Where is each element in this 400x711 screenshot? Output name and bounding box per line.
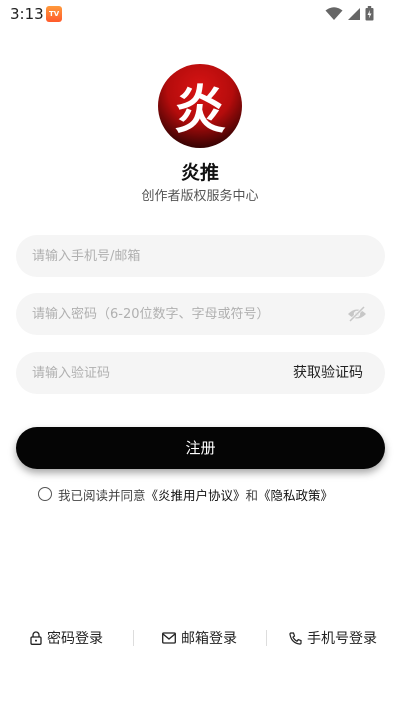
login-options: 密码登录 邮箱登录 手机号登录	[0, 626, 400, 650]
email-login-button[interactable]: 邮箱登录	[162, 626, 237, 650]
verification-code-input[interactable]	[32, 352, 252, 394]
status-bar: 3:13 TV	[0, 0, 400, 28]
phone-login-button[interactable]: 手机号登录	[289, 626, 377, 650]
eye-off-icon[interactable]	[347, 304, 367, 324]
app-subtitle: 创作者版权服务中心	[141, 189, 259, 204]
phone-icon	[289, 631, 302, 645]
get-code-button[interactable]: 获取验证码	[293, 352, 363, 394]
terms-link[interactable]: 《炎推用户协议》	[146, 485, 246, 504]
tv-app-icon-text: TV	[49, 10, 60, 18]
cell-signal-icon	[348, 7, 360, 20]
agreement-conjunction: 和	[245, 487, 259, 503]
register-button[interactable]: 注册	[16, 427, 385, 469]
password-login-button[interactable]: 密码登录	[30, 626, 103, 650]
password-input[interactable]	[32, 293, 332, 335]
privacy-link[interactable]: 《隐私政策》	[258, 485, 333, 504]
status-icons	[325, 6, 374, 21]
phone-email-field[interactable]	[16, 235, 385, 277]
password-login-label: 密码登录	[47, 631, 103, 647]
agreement-checkbox[interactable]	[38, 487, 52, 501]
password-field[interactable]	[16, 293, 385, 335]
divider	[266, 630, 267, 646]
phone-login-label: 手机号登录	[307, 631, 377, 647]
agreement-prefix: 我已阅读并同意	[58, 487, 146, 503]
tv-app-icon: TV	[46, 6, 62, 22]
status-time: 3:13	[10, 5, 44, 23]
agreement-row: 我已阅读并同意 《炎推用户协议》 和 《隐私政策》	[38, 485, 333, 503]
app-logo: 炎	[158, 64, 242, 148]
app-name: 炎推	[180, 162, 219, 184]
email-login-label: 邮箱登录	[181, 631, 237, 647]
battery-charging-icon	[365, 6, 374, 21]
phone-email-input[interactable]	[32, 235, 332, 277]
logo-character: 炎	[173, 80, 226, 141]
verification-code-field[interactable]: 获取验证码	[16, 352, 385, 394]
divider	[133, 630, 134, 646]
wifi-icon	[325, 6, 343, 20]
mail-icon	[162, 632, 176, 644]
lock-icon	[30, 631, 42, 645]
